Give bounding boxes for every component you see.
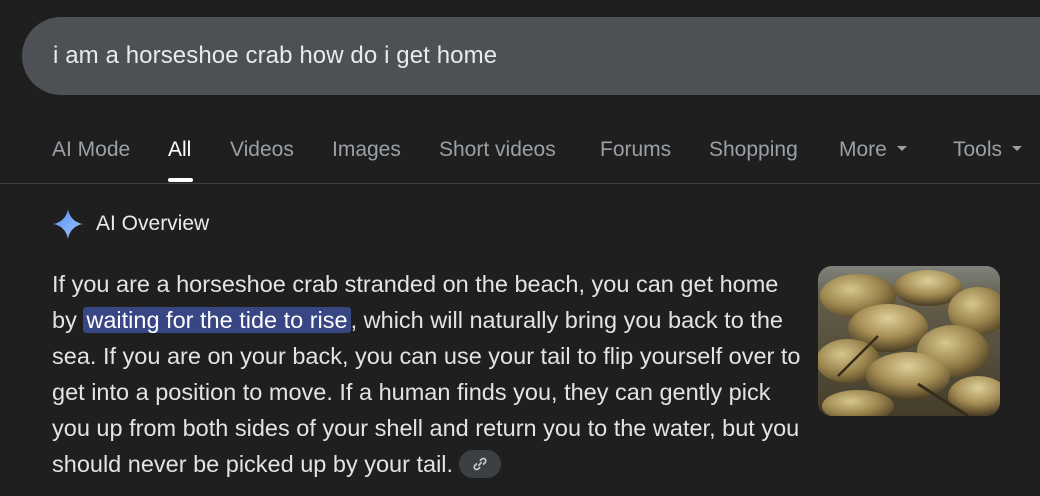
search-tabs: AI Mode All Videos Images Short videos F… xyxy=(0,128,1040,184)
search-bar[interactable]: i am a horseshoe crab how do i get home xyxy=(22,17,1040,95)
tab-all[interactable]: All xyxy=(168,138,191,162)
tab-forums[interactable]: Forums xyxy=(600,138,671,162)
ai-overview-text: If you are a horseshoe crab stranded on … xyxy=(52,266,802,482)
search-results-page: i am a horseshoe crab how do i get home … xyxy=(0,0,1040,496)
tab-more-label: More xyxy=(839,138,887,161)
active-tab-indicator xyxy=(168,178,193,182)
tab-images[interactable]: Images xyxy=(332,138,401,162)
source-link-button[interactable] xyxy=(459,449,502,478)
tab-shopping[interactable]: Shopping xyxy=(709,138,798,162)
search-query-text[interactable]: i am a horseshoe crab how do i get home xyxy=(22,42,497,70)
tab-short-videos[interactable]: Short videos xyxy=(439,138,556,162)
ai-overview-title: AI Overview xyxy=(96,212,210,235)
tab-tools-label: Tools xyxy=(953,138,1003,161)
chevron-down-icon xyxy=(1012,145,1023,151)
ai-overview-header: AI Overview xyxy=(52,208,209,240)
horseshoe-crab-thumbnail[interactable] xyxy=(818,266,1000,416)
link-icon xyxy=(473,457,487,471)
chevron-down-icon xyxy=(896,145,907,151)
sparkle-icon xyxy=(53,209,83,239)
tab-videos[interactable]: Videos xyxy=(230,138,294,162)
tab-ai-mode[interactable]: AI Mode xyxy=(52,138,130,162)
horseshoe-crab-image xyxy=(818,266,1000,416)
tab-more[interactable]: More xyxy=(839,138,907,162)
tab-tools[interactable]: Tools xyxy=(953,138,1023,162)
ai-text-highlight[interactable]: waiting for the tide to rise xyxy=(83,307,351,333)
